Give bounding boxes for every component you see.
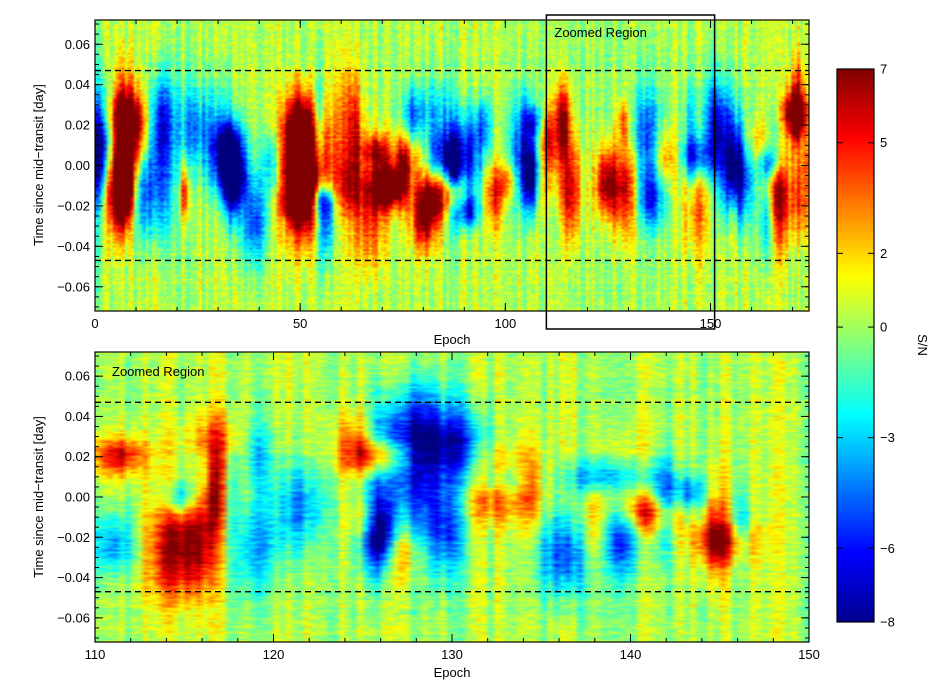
x-tick-label: 120 [263, 647, 285, 662]
bottom-heatmap [95, 352, 809, 642]
bottom-y-axis-label: Time since mid−transit [day] [31, 416, 46, 578]
colorbar-tick-label: −8 [880, 615, 895, 630]
x-tick-label: 100 [494, 316, 516, 331]
y-tick-label: 0.06 [65, 369, 90, 384]
top-y-axis-label: Time since mid−transit [day] [31, 84, 46, 246]
colorbar-gradient [836, 68, 875, 623]
y-tick-label: −0.06 [57, 610, 90, 625]
y-tick-label: −0.02 [57, 530, 90, 545]
y-tick-label: −0.04 [57, 570, 90, 585]
figure: Zoomed Region 0 50 100 150 0.060.040.020.00… [31, 14, 930, 680]
top-panel: Zoomed Region 0 50 100 150 0.06 0.04 0.02 0.00… [31, 14, 810, 347]
bottom-x-axis-label: Epoch [434, 665, 471, 680]
y-tick-label: 0.02 [65, 118, 90, 133]
colorbar-tick-label: 5 [880, 135, 887, 150]
x-tick-label: 110 [85, 647, 106, 662]
bottom-zoom-label: Zoomed Region [112, 364, 205, 379]
x-tick-label: 150 [700, 316, 722, 331]
y-tick-label: 0.02 [65, 449, 90, 464]
x-tick-label: 150 [798, 647, 820, 662]
x-tick-label: 140 [620, 647, 642, 662]
top-heatmap [95, 20, 809, 311]
y-tick-label: 0.00 [65, 490, 90, 505]
y-tick-label: 0.00 [65, 158, 90, 173]
colorbar-tick-label: 0 [880, 320, 887, 335]
x-tick-label: 130 [441, 647, 463, 662]
colorbar: 7 5 2 0 −3 −6 −8 S/N [836, 62, 930, 630]
colorbar-tick-label: 2 [880, 246, 887, 261]
y-tick-label: −0.02 [57, 198, 90, 213]
top-zoom-label: Zoomed Region [554, 25, 647, 40]
bottom-panel: Zoomed Region 110 120 130 140 150 0.06 0.04 0.… [31, 351, 820, 680]
x-tick-label: 0 [91, 316, 98, 331]
y-tick-label: 0.06 [65, 37, 90, 52]
y-tick-label: 0.04 [65, 77, 90, 92]
x-tick-label: 50 [293, 316, 307, 331]
y-tick-label: −0.04 [57, 239, 90, 254]
top-x-axis-label: Epoch [434, 332, 471, 347]
colorbar-tick-label: −3 [880, 430, 895, 445]
colorbar-tick-label: 7 [880, 62, 887, 77]
y-tick-label: −0.06 [57, 279, 90, 294]
colorbar-tick-label: −6 [880, 541, 895, 556]
colorbar-label: S/N [915, 334, 930, 356]
y-tick-label: 0.04 [65, 409, 90, 424]
